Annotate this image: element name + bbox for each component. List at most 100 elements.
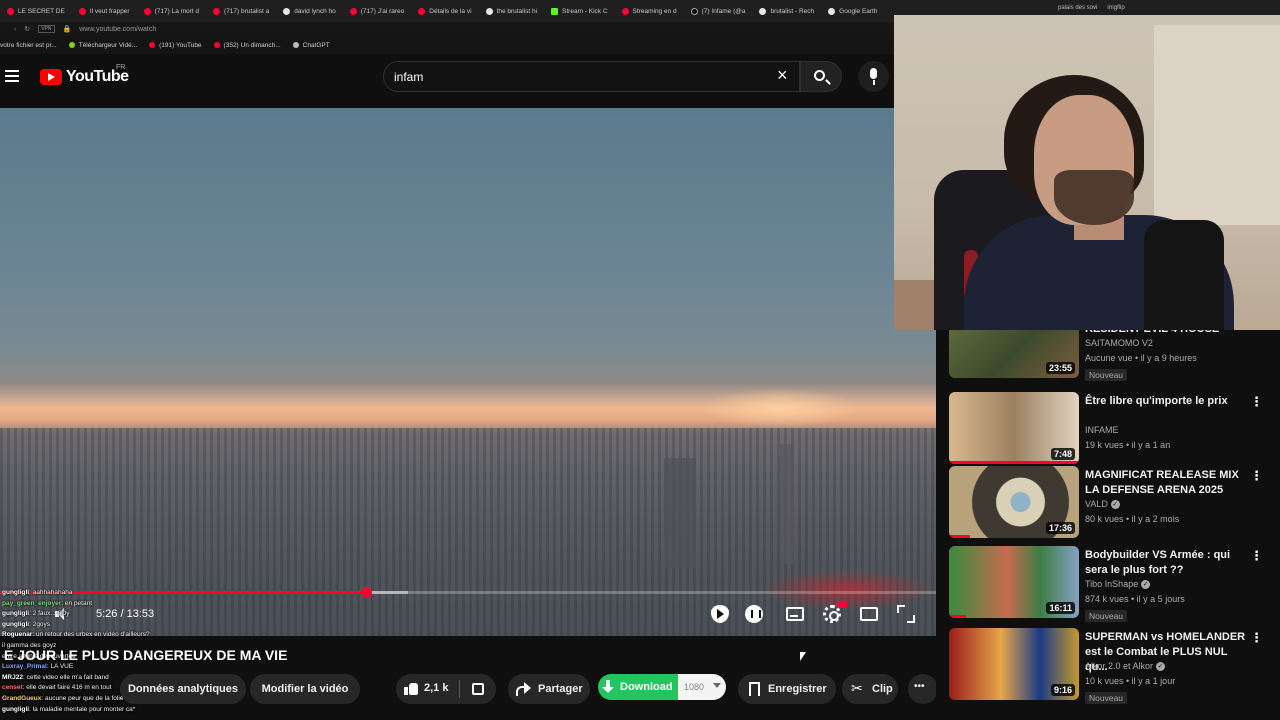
browser-tab[interactable]: Google Earth <box>821 0 884 22</box>
related-video-item[interactable]: 17:36 MAGNIFICAT REALEASE MIX LA DEFENSE … <box>949 466 1269 542</box>
chat-text: la maladie mentale pour monter ca* <box>32 705 136 713</box>
channel-name[interactable]: Alkor 2.0 et Alkor ✓ <box>1085 661 1166 672</box>
duration-badge: 9:16 <box>1050 684 1075 696</box>
browser-tab-label[interactable]: imgflip <box>1107 5 1124 11</box>
tower-silhouette <box>664 458 696 568</box>
browser-tab-label[interactable]: palais des sovi <box>1058 5 1097 11</box>
video-title: E JOUR LE PLUS DANGEREUX DE MA VIE <box>4 647 288 663</box>
bookmark-item[interactable]: ChatGPT <box>292 42 330 49</box>
browser-tab[interactable]: (717) brutalist a <box>206 0 276 22</box>
related-video-item[interactable]: 9:16 SUPERMAN vs HOMELANDER est le Combat… <box>949 628 1269 704</box>
video-thumbnail[interactable]: 9:16 <box>949 628 1079 700</box>
browser-tab[interactable]: (7) Infame (@a <box>684 0 753 22</box>
bookmark-item[interactable]: (191) YouTube <box>149 42 202 49</box>
youtube-favicon-icon <box>213 7 221 15</box>
browser-tab[interactable]: Détails de la vi <box>411 0 478 22</box>
browser-tab[interactable]: Streaming en d <box>615 0 684 22</box>
related-video-title[interactable]: Bodybuilder VS Armée : qui sera le plus … <box>1085 548 1249 578</box>
video-thumbnail[interactable]: 17:36 <box>949 466 1079 538</box>
video-thumbnail[interactable]: 23:55 <box>949 330 1079 378</box>
browser-tab[interactable]: (717) La mort d <box>137 0 206 22</box>
chat-username: gungligli <box>2 610 30 618</box>
download-widget[interactable]: Download 1080 <box>598 674 726 700</box>
video-thumbnail[interactable]: 7:48 <box>949 392 1079 464</box>
more-options-icon[interactable] <box>1250 548 1263 564</box>
related-video-title[interactable]: MAGNIFICAT REALEASE MIX LA DEFENSE ARENA… <box>1085 468 1249 498</box>
related-video-item[interactable]: 16:11 Bodybuilder VS Armée : qui sera le … <box>949 546 1269 622</box>
quality-select[interactable]: 1080 <box>678 674 726 700</box>
channel-name[interactable]: Tibo InShape ✓ <box>1085 579 1151 590</box>
chat-message: gungligli: la maladie mentale pour monte… <box>2 705 212 716</box>
youtube-logo[interactable]: YouTube FR <box>40 64 129 86</box>
chat-username: censet <box>2 684 23 692</box>
region-code: FR <box>116 64 126 71</box>
clear-search-icon[interactable]: × <box>777 65 788 86</box>
download-button[interactable]: Download <box>598 674 678 700</box>
share-button[interactable]: Partager <box>508 674 590 704</box>
search-icon <box>814 70 825 81</box>
youtube-header: YouTube FR × <box>0 54 894 108</box>
more-actions-button[interactable] <box>908 674 938 704</box>
channel-name[interactable]: INFAME <box>1085 425 1119 435</box>
search-box[interactable] <box>383 61 800 92</box>
subtitles-icon[interactable] <box>786 607 804 621</box>
save-button[interactable]: Enregistrer <box>738 674 836 704</box>
reload-icon[interactable]: ↻ <box>24 25 30 33</box>
vpn-badge[interactable]: VPN <box>38 25 55 33</box>
video-player[interactable] <box>0 108 936 636</box>
search-input[interactable] <box>394 68 754 86</box>
browser-tab[interactable]: (717) J'ai rareo <box>343 0 412 22</box>
channel-name[interactable]: VALD ✓ <box>1085 499 1120 510</box>
related-video-item[interactable]: 7:48 Être libre qu'importe le prix INFAME 1… <box>949 392 1269 468</box>
browser-tab[interactable]: david lynch ho <box>276 0 343 22</box>
chat-text: en petant <box>64 599 92 607</box>
chat-message: Luxray_Primal: LA VUE <box>2 662 212 673</box>
browser-tab[interactable]: Il veut frapper <box>72 0 137 22</box>
progress-scrubber[interactable] <box>360 587 372 598</box>
like-count[interactable]: 2,1 k <box>424 682 448 694</box>
more-options-icon[interactable] <box>1250 394 1263 410</box>
duration-badge: 16:11 <box>1046 602 1075 614</box>
browser-tab[interactable]: LE SECRET DE <box>0 0 72 22</box>
chat-username: MRJ22 <box>2 673 23 681</box>
browser-tab[interactable]: Stream - Kick C <box>544 0 615 22</box>
browser-tab-label: Google Earth <box>839 7 878 15</box>
chat-text: aahhahahaha <box>32 589 73 596</box>
browser-tab-label: Streaming en d <box>632 7 677 15</box>
theater-mode-icon[interactable] <box>860 607 878 621</box>
channel-name[interactable]: SAITAMOMO V2 <box>1085 338 1153 348</box>
back-icon[interactable]: ‹ <box>14 26 16 33</box>
fullscreen-icon[interactable] <box>897 605 915 623</box>
bookmark-item[interactable]: votre fichier est pr... <box>0 42 57 49</box>
watch-progress-bar <box>949 615 966 618</box>
settings-gear-icon[interactable] <box>823 602 847 623</box>
voice-search-button[interactable] <box>858 61 889 92</box>
bookmark-item[interactable]: Téléchargeur Vidé... <box>68 42 137 49</box>
webcam-overlay: palais des sovi imgflip <box>894 0 1280 330</box>
address-bar[interactable]: ‹ ↻ VPN 🔒 www.youtube.com/watch <box>0 22 894 36</box>
url-text[interactable]: www.youtube.com/watch <box>79 26 156 33</box>
clip-button[interactable]: ✂ Clip <box>842 674 898 704</box>
chevron-down-icon <box>713 683 721 688</box>
menu-icon[interactable] <box>5 70 19 82</box>
edit-video-button[interactable]: Modifier la vidéo <box>250 674 360 704</box>
autoplay-toggle-icon[interactable] <box>745 605 763 623</box>
browser-tab-label: Stream - Kick C <box>562 7 608 15</box>
search-button[interactable] <box>800 61 842 92</box>
save-label: Enregistrer <box>768 683 827 695</box>
related-video-title[interactable]: Être libre qu'importe le prix <box>1085 394 1249 409</box>
more-options-icon[interactable] <box>1250 630 1263 646</box>
browser-tab[interactable]: the brutalist hi <box>479 0 544 22</box>
red-glow <box>760 570 936 610</box>
bookmark-icon <box>749 682 760 700</box>
analytics-button[interactable]: Données analytiques <box>120 674 246 704</box>
dislike-icon[interactable] <box>472 683 484 695</box>
related-video-title[interactable]: RESIDENT EVIL 4 HOUSE <box>1085 330 1249 337</box>
browser-tab[interactable]: brutalist - Rech <box>752 0 821 22</box>
video-thumbnail[interactable]: 16:11 <box>949 546 1079 618</box>
like-icon[interactable] <box>404 682 418 695</box>
browser-tab-label: Détails de la vi <box>429 7 472 15</box>
bookmark-item[interactable]: (352) Un dimanch... <box>213 42 281 49</box>
scissors-icon: ✂ <box>851 680 863 696</box>
more-options-icon[interactable] <box>1250 468 1263 484</box>
